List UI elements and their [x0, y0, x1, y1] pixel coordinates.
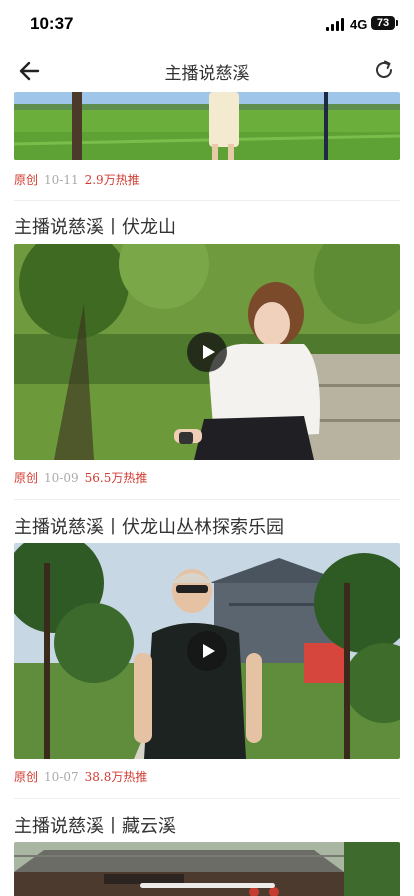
publish-date: 10-09 [44, 471, 79, 485]
battery-icon: 73 [371, 16, 395, 30]
play-icon [203, 345, 215, 359]
video-meta: 原创 10-11 2.9万热推 [14, 171, 140, 188]
refresh-button[interactable] [372, 58, 396, 82]
play-button[interactable] [187, 631, 227, 671]
divider [14, 798, 400, 799]
video-thumbnail[interactable] [14, 244, 400, 460]
divider [14, 499, 400, 500]
play-icon [203, 644, 215, 658]
hot-count: 2.9万热推 [84, 173, 140, 187]
video-title[interactable]: 主播说慈溪丨伏龙山 [14, 213, 176, 239]
hot-count: 38.8万热推 [84, 770, 148, 784]
publish-date: 10-07 [44, 770, 79, 784]
play-button[interactable] [187, 332, 227, 372]
video-thumbnail[interactable] [14, 92, 400, 160]
field-scene-image [14, 92, 400, 160]
page-title: 主播说慈溪 [164, 64, 250, 84]
video-title[interactable]: 主播说慈溪丨藏云溪 [14, 812, 176, 838]
battery-level: 73 [376, 17, 390, 29]
video-feed[interactable]: 原创 10-11 2.9万热推 主播说慈溪丨伏龙山 原创 10-09 56.5万… [0, 92, 414, 896]
video-meta: 原创 10-09 56.5万热推 [14, 469, 147, 486]
origin-tag: 原创 [14, 770, 39, 784]
origin-tag: 原创 [14, 471, 39, 485]
battery-tip [396, 20, 398, 26]
publish-date: 10-11 [44, 173, 79, 187]
refresh-icon [376, 60, 392, 78]
home-indicator[interactable] [140, 883, 275, 888]
video-title[interactable]: 主播说慈溪丨伏龙山丛林探索乐园 [14, 513, 284, 539]
divider [14, 200, 400, 201]
status-time: 10:37 [30, 14, 74, 33]
origin-tag: 原创 [14, 173, 39, 187]
status-bar: 10:37 4G 73 [0, 0, 414, 48]
video-meta: 原创 10-07 38.8万热推 [14, 768, 147, 785]
hot-count: 56.5万热推 [84, 471, 148, 485]
video-thumbnail[interactable] [14, 543, 400, 759]
signal-icon [326, 18, 346, 31]
nav-bar: 主播说慈溪 [0, 48, 414, 92]
network-type: 4G [350, 17, 368, 32]
